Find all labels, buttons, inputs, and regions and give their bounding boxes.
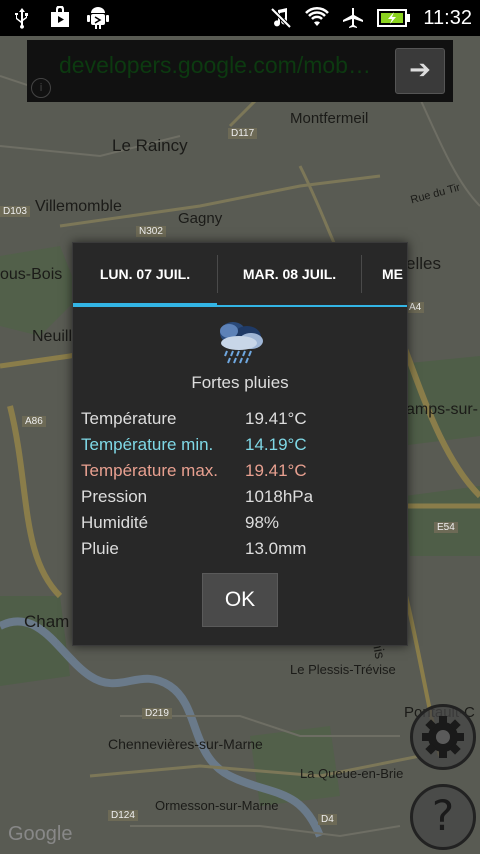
map-label: Le Raincy <box>112 136 188 155</box>
airplane-icon <box>343 8 364 28</box>
detail-value: 19.41°C <box>245 461 307 480</box>
arrow-right-icon[interactable]: ➔ <box>395 48 445 94</box>
detail-value: 14.19°C <box>245 435 307 454</box>
clock: 11:32 <box>423 6 472 29</box>
detail-value: 13.0mm <box>245 539 307 558</box>
gear-icon <box>422 716 464 758</box>
map-label: Montfermeil <box>290 110 369 127</box>
map-label: Cham <box>24 612 70 631</box>
day-tabs: LUN. 07 JUIL. MAR. 08 JUIL. ME <box>73 243 407 307</box>
usb-icon <box>15 8 28 29</box>
battery-charging-icon <box>377 9 411 27</box>
detail-label: Température min. <box>81 435 214 454</box>
rain-cloud-icon <box>220 322 263 364</box>
info-icon[interactable]: i <box>31 78 51 98</box>
map-label: Villemomble <box>35 198 122 215</box>
tab-day-1[interactable]: LUN. 07 JUIL. <box>73 243 217 305</box>
detail-label: Pluie <box>81 539 119 558</box>
map-label: Gagny <box>178 210 223 227</box>
road-label: D4 <box>318 814 337 825</box>
map-label: Neuill <box>32 328 73 345</box>
detail-row: Température max. 19.41°C <box>81 461 401 487</box>
settings-button[interactable] <box>410 704 476 770</box>
road-label: A4 <box>406 302 425 313</box>
map-label: La Queue-en-Brie <box>300 766 404 781</box>
weather-dialog: LUN. 07 JUIL. MAR. 08 JUIL. ME Fortes pl… <box>72 242 408 646</box>
detail-row: Humidité 98% <box>81 513 401 539</box>
detail-row: Pluie 13.0mm <box>81 539 401 565</box>
detail-value: 19.41°C <box>245 409 307 428</box>
map-label: elles <box>406 254 441 273</box>
mute-icon <box>271 7 292 29</box>
detail-row: Température 19.41°C <box>81 409 401 435</box>
detail-row: Pression 1018hPa <box>81 487 401 513</box>
detail-label: Humidité <box>81 513 149 532</box>
weather-description: Fortes pluies <box>191 373 289 392</box>
map-label: amps-sur- <box>406 401 479 418</box>
map-label: Chennevières-sur-Marne <box>108 736 263 752</box>
tab-selected-indicator <box>73 303 217 307</box>
wifi-icon <box>305 6 330 26</box>
road-label: D103 <box>0 206 30 217</box>
help-icon: ? <box>431 791 455 840</box>
ad-text[interactable]: developers.google.com/mob… <box>59 52 371 79</box>
road-label: A86 <box>22 416 46 427</box>
status-bar: 11:32 <box>0 0 480 36</box>
detail-value: 98% <box>245 513 280 532</box>
detail-label: Température <box>81 409 177 428</box>
road-label: D117 <box>228 128 258 139</box>
road-label: E54 <box>434 522 458 533</box>
detail-value: 1018hPa <box>245 487 314 506</box>
road-label: N302 <box>136 226 166 237</box>
tab-day-2[interactable]: MAR. 08 JUIL. <box>218 243 361 305</box>
ad-banner[interactable]: developers.google.com/mob… i ➔ <box>27 40 453 102</box>
map-label: Ormesson-sur-Marne <box>155 798 279 813</box>
detail-label: Température max. <box>81 461 218 480</box>
help-button[interactable]: ? <box>410 784 476 850</box>
detail-label: Pression <box>81 487 148 506</box>
road-label: D124 <box>108 810 138 821</box>
google-logo: Google <box>8 823 73 845</box>
road-label: D219 <box>142 708 172 719</box>
detail-row: Température min. 14.19°C <box>81 435 401 461</box>
map-label: ous-Bois <box>0 266 63 283</box>
ok-button[interactable]: OK <box>202 573 278 627</box>
map-label: Le Plessis-Trévise <box>290 662 396 677</box>
tab-day-3[interactable]: ME <box>362 243 407 305</box>
android-debug-icon <box>87 7 109 29</box>
play-store-icon <box>51 6 69 27</box>
